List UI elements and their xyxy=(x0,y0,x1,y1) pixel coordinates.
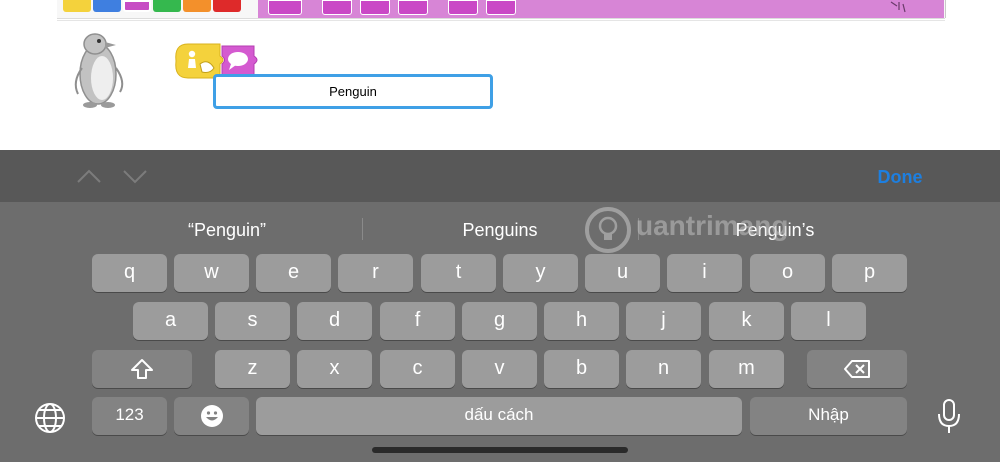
emoji-smiley-icon xyxy=(200,405,223,427)
shift-key[interactable] xyxy=(92,350,192,388)
key-p[interactable]: p xyxy=(832,254,907,292)
key-t[interactable]: t xyxy=(421,254,496,292)
category-tab-control[interactable] xyxy=(183,0,211,12)
suggestion-divider xyxy=(638,218,639,240)
key-o[interactable]: o xyxy=(750,254,825,292)
divider xyxy=(57,20,945,21)
previous-field-chevron-up-icon[interactable] xyxy=(76,168,102,184)
category-tab-motion[interactable] xyxy=(93,0,121,12)
keyboard-accessory-bar xyxy=(0,150,1000,202)
suggestion-1[interactable]: “Penguin” xyxy=(92,218,362,242)
key-l[interactable]: l xyxy=(791,302,866,340)
category-tab-end[interactable] xyxy=(213,0,241,12)
stage-speaker-icon xyxy=(890,1,906,13)
key-v[interactable]: v xyxy=(462,350,537,388)
home-indicator xyxy=(372,447,628,453)
palette-block-say[interactable] xyxy=(268,0,302,15)
penguin-sprite[interactable] xyxy=(70,30,130,110)
key-a[interactable]: a xyxy=(133,302,208,340)
key-j[interactable]: j xyxy=(626,302,701,340)
key-u[interactable]: u xyxy=(585,254,660,292)
category-tabs xyxy=(63,0,241,12)
key-r[interactable]: r xyxy=(338,254,413,292)
key-g[interactable]: g xyxy=(462,302,537,340)
key-s[interactable]: s xyxy=(215,302,290,340)
key-b[interactable]: b xyxy=(544,350,619,388)
key-y[interactable]: y xyxy=(503,254,578,292)
key-x[interactable]: x xyxy=(297,350,372,388)
left-panel xyxy=(0,0,57,150)
key-h[interactable]: h xyxy=(544,302,619,340)
suggestion-2[interactable]: Penguins xyxy=(365,218,635,242)
backspace-icon xyxy=(844,360,870,378)
key-z[interactable]: z xyxy=(215,350,290,388)
suggestion-3[interactable]: Penguin’s xyxy=(640,218,910,242)
say-block[interactable] xyxy=(218,44,260,78)
category-tab-triggers[interactable] xyxy=(63,0,91,12)
app-canvas xyxy=(0,0,1000,150)
key-d[interactable]: d xyxy=(297,302,372,340)
next-field-chevron-down-icon[interactable] xyxy=(122,168,148,184)
globe-icon[interactable] xyxy=(33,401,67,435)
key-e[interactable]: e xyxy=(256,254,331,292)
block-palette xyxy=(258,0,944,18)
key-w[interactable]: w xyxy=(174,254,249,292)
block-text-input[interactable] xyxy=(213,74,493,109)
key-q[interactable]: q xyxy=(92,254,167,292)
return-key[interactable]: Nhập xyxy=(750,397,907,435)
key-i[interactable]: i xyxy=(667,254,742,292)
numbers-key[interactable]: 123 xyxy=(92,397,167,435)
emoji-key[interactable] xyxy=(174,397,249,435)
key-k[interactable]: k xyxy=(709,302,784,340)
stage-edge xyxy=(945,0,946,18)
palette-block-hide[interactable] xyxy=(448,0,478,15)
palette-block-grow[interactable] xyxy=(322,0,352,15)
category-tab-sound[interactable] xyxy=(153,0,181,12)
suggestion-divider xyxy=(362,218,363,240)
microphone-icon[interactable] xyxy=(936,398,962,436)
space-key[interactable]: dấu cách xyxy=(256,397,742,435)
shift-arrow-icon xyxy=(131,359,153,379)
key-f[interactable]: f xyxy=(380,302,455,340)
done-button[interactable]: Done xyxy=(860,165,940,189)
key-c[interactable]: c xyxy=(380,350,455,388)
palette-block-show[interactable] xyxy=(486,0,516,15)
category-tab-looks[interactable] xyxy=(123,0,151,12)
palette-block-reset-size[interactable] xyxy=(398,0,428,15)
key-n[interactable]: n xyxy=(626,350,701,388)
backspace-key[interactable] xyxy=(807,350,907,388)
key-m[interactable]: m xyxy=(709,350,784,388)
palette-block-shrink[interactable] xyxy=(360,0,390,15)
